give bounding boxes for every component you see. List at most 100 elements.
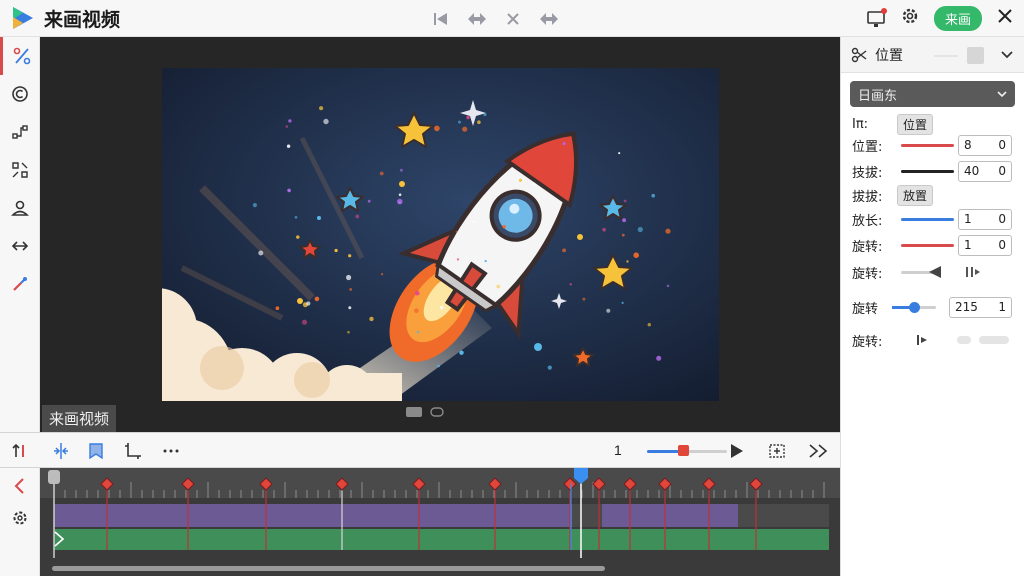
settings-icon[interactable] <box>900 6 920 31</box>
sparkle-dot <box>367 199 371 203</box>
connect-tool[interactable] <box>0 113 40 151</box>
sparkle-dot <box>622 218 626 223</box>
close-icon[interactable] <box>996 7 1014 30</box>
arrows-tool[interactable] <box>0 227 40 265</box>
sparkle-dot <box>252 203 257 208</box>
property-row: 放长: 10 <box>841 207 1024 231</box>
keyframe-marker[interactable] <box>592 477 606 491</box>
rotate-row-1: 旋转: <box>841 260 1024 284</box>
property-value-input[interactable]: 40 0 <box>958 160 1012 182</box>
properties-header: 位置 <box>841 37 1024 73</box>
keyframe-marker[interactable] <box>259 477 273 491</box>
fast-forward-icon[interactable] <box>808 443 830 459</box>
sparkle-dot <box>414 308 419 314</box>
preview-canvas[interactable] <box>162 68 719 401</box>
timeline-area <box>40 468 840 576</box>
keyframe-jump-icon[interactable] <box>915 333 929 347</box>
timeline-scrollbar[interactable] <box>52 566 605 571</box>
keyframe-marker[interactable] <box>658 477 672 491</box>
step-forward-icon[interactable] <box>965 265 981 279</box>
bookmark-icon[interactable] <box>87 442 105 460</box>
property-value-input[interactable]: 80 <box>958 134 1012 156</box>
play-icon[interactable] <box>730 443 744 459</box>
cross-icon[interactable] <box>502 8 524 30</box>
more-icon[interactable] <box>162 442 180 460</box>
sparkle-dot <box>582 297 586 301</box>
person-icon <box>11 200 29 216</box>
sparkle-dot <box>455 230 458 233</box>
rotate-knob[interactable] <box>909 301 920 313</box>
swap-icon[interactable] <box>466 8 488 30</box>
property-slider[interactable] <box>901 243 954 247</box>
person-tool[interactable] <box>0 189 40 227</box>
sparkle-dot <box>626 260 629 263</box>
property-slider[interactable] <box>901 169 954 173</box>
keyframe-marker[interactable] <box>335 477 349 491</box>
sparkle-dot <box>466 115 470 120</box>
keyframe-marker[interactable] <box>702 477 716 491</box>
copyright-tool[interactable] <box>0 75 40 113</box>
crop-icon[interactable] <box>124 442 142 460</box>
zoom-label: 1 <box>614 442 622 458</box>
chevron-down-icon[interactable] <box>1001 50 1013 60</box>
sparkle-dot <box>621 233 625 237</box>
title-bar: 来画视频 来画 <box>0 0 1024 37</box>
rotate-label-3: 旋转: <box>852 334 883 350</box>
keyframe-marker[interactable] <box>749 477 763 491</box>
sparkle-dot <box>440 305 444 310</box>
sparkle-dot <box>462 126 468 132</box>
value-b: 0 <box>998 164 1006 178</box>
property-slider[interactable] <box>901 143 954 147</box>
swap-right-icon[interactable] <box>538 8 560 30</box>
window-actions: 来画 <box>866 6 1014 31</box>
start-handle[interactable] <box>48 470 60 484</box>
view-rect-icon[interactable] <box>406 407 422 417</box>
copyright-icon <box>12 86 28 102</box>
color-pick-tool[interactable] <box>0 265 40 303</box>
sparkle-dot <box>286 144 291 148</box>
sparkle-dot <box>633 252 639 258</box>
keyframe-marker[interactable] <box>100 477 114 491</box>
property-value-input[interactable]: 10 <box>958 208 1012 230</box>
keyframe-marker[interactable] <box>412 477 426 491</box>
sparkle-dot <box>348 254 352 258</box>
monitor-icon[interactable] <box>866 7 887 29</box>
property-slider[interactable] <box>901 217 954 221</box>
track-settings-icon[interactable] <box>11 509 29 527</box>
keyframe-marker[interactable] <box>181 477 195 491</box>
fit-icon[interactable] <box>767 442 787 460</box>
timeline-toolbar: 1 <box>0 432 840 468</box>
property-dropdown[interactable]: 日画东 <box>850 81 1015 107</box>
sparkle-dot <box>656 355 662 361</box>
transform-tool[interactable] <box>0 151 40 189</box>
zoom-knob[interactable] <box>678 445 689 456</box>
skip-start-icon[interactable] <box>430 8 452 30</box>
split-icon[interactable] <box>52 442 70 460</box>
triangle-left-icon[interactable] <box>928 265 942 279</box>
property-value-input[interactable]: 10 <box>958 234 1012 256</box>
view-circle-icon[interactable] <box>430 407 444 417</box>
sparkle-dot <box>484 259 487 263</box>
toggle-placeholder[interactable] <box>979 336 1009 344</box>
sort-icon[interactable] <box>11 442 29 460</box>
sparkle-dot <box>319 106 324 111</box>
place-tag[interactable]: 放置 <box>897 184 934 206</box>
playhead-handle[interactable] <box>574 468 588 484</box>
sparkle-dot <box>323 118 329 125</box>
color-swatch[interactable] <box>967 47 984 64</box>
percent-tool[interactable] <box>0 37 40 75</box>
sparkle-dot <box>369 316 374 322</box>
position-tag[interactable]: 位置 <box>897 113 934 135</box>
collapse-icon[interactable] <box>11 477 29 495</box>
properties-title: 位置 <box>875 47 903 64</box>
keyframe-marker[interactable] <box>563 477 577 491</box>
export-button[interactable]: 来画 <box>933 6 982 31</box>
keyframe-marker[interactable] <box>488 477 502 491</box>
rotate-value-input[interactable]: 215 1 <box>949 296 1012 318</box>
toggle-placeholder[interactable] <box>957 336 971 344</box>
sparkle-dot <box>347 330 350 334</box>
property-row-label: 位置: <box>852 139 883 155</box>
sparkle-dot <box>618 152 621 155</box>
clip-title: 来画视频 <box>42 405 117 432</box>
keyframe-marker[interactable] <box>623 477 637 491</box>
